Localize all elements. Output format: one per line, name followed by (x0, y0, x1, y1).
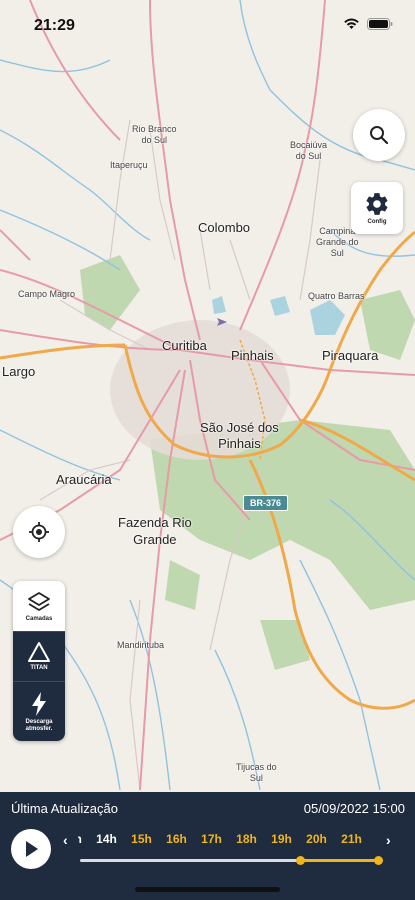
map-label-colombo: Colombo (198, 220, 251, 235)
layers-icon (28, 591, 50, 611)
timeline-panel: Última Atualização 05/09/2022 15:00 ‹ 13… (0, 792, 415, 900)
last-update-value: 05/09/2022 15:00 (303, 801, 405, 816)
config-label: Config (367, 218, 387, 225)
status-time: 21:29 (34, 17, 75, 34)
map-label-curitiba: Curitiba (162, 338, 207, 353)
search-button[interactable] (353, 109, 405, 161)
search-icon (370, 126, 389, 145)
hour-item[interactable]: 15h (124, 832, 159, 850)
map-label-itaperucu: Itaperuçu (110, 160, 148, 170)
lightning-label: Descarga atmosfer. (25, 718, 53, 732)
layers-label: Camadas (25, 615, 53, 622)
wifi-icon (344, 18, 359, 29)
gear-icon (366, 192, 388, 215)
hour-item[interactable]: 18h (229, 832, 264, 850)
app-root: Rio Branco do Sul Itaperuçu Bocaiúva do … (0, 0, 415, 900)
hour-item[interactable]: 13h (78, 832, 89, 850)
prev-hour-chevron[interactable]: ‹ (63, 832, 68, 848)
map-label-fazenda: Fazenda Rio Grande (118, 515, 192, 547)
last-update-label: Última Atualização (11, 801, 118, 816)
map-label-bocaiuva: Bocaiúva do Sul (290, 140, 328, 161)
status-bar: 21:29 (0, 0, 415, 52)
locate-button[interactable] (13, 506, 65, 558)
hour-item[interactable]: 20h (299, 832, 334, 850)
timeline-slider[interactable] (80, 856, 383, 865)
timeline-start-handle[interactable] (296, 856, 305, 865)
status-icons (343, 18, 393, 30)
titan-button[interactable]: TITAN (13, 631, 65, 681)
map-label-piraquara: Piraquara (322, 348, 379, 363)
hour-item[interactable]: 21h (334, 832, 369, 850)
hour-item[interactable]: 16h (159, 832, 194, 850)
timeline-slider-fill (300, 859, 378, 862)
hour-item[interactable]: 17h (194, 832, 229, 850)
battery-icon (367, 18, 393, 30)
play-icon (26, 841, 38, 857)
timeline-end-handle[interactable] (374, 856, 383, 865)
crosshair-icon (29, 522, 49, 542)
hour-item[interactable]: 19h (264, 832, 299, 850)
map-label-sao-jose: São José dos Pinhais (200, 420, 279, 452)
lightning-icon (32, 691, 46, 716)
map-label-largo: Largo (2, 364, 36, 379)
lightning-button[interactable]: Descarga atmosfer. (13, 681, 65, 741)
map-label-quatro-barras: Quatro Barras (308, 291, 365, 301)
home-indicator (135, 887, 280, 892)
map-label-pinhais: Pinhais (231, 348, 274, 363)
layer-controls: Camadas TITAN Descarga atmosfer. (13, 581, 65, 741)
titan-label: TITAN (30, 665, 48, 672)
hour-strip: 13h 14h 15h 16h 17h 18h 19h 20h 21h (78, 832, 376, 850)
map-label-tijucas: Tijucas do Sul (236, 762, 277, 783)
hour-item[interactable]: 14h (89, 832, 124, 850)
map-label-campo-magro: Campo Magro (18, 289, 76, 299)
map-label-rio-branco: Rio Branco do Sul (132, 124, 177, 145)
layers-button[interactable]: Camadas (13, 581, 65, 631)
road-shield-br376: BR-376 (243, 495, 289, 511)
config-button[interactable]: Config (351, 182, 403, 234)
play-button[interactable] (11, 829, 51, 869)
map-label-araucaria: Araucária (56, 472, 112, 487)
triangle-icon (28, 642, 50, 663)
next-hour-chevron[interactable]: › (386, 832, 391, 848)
map-label-mandirituba: Mandirituba (117, 640, 165, 650)
